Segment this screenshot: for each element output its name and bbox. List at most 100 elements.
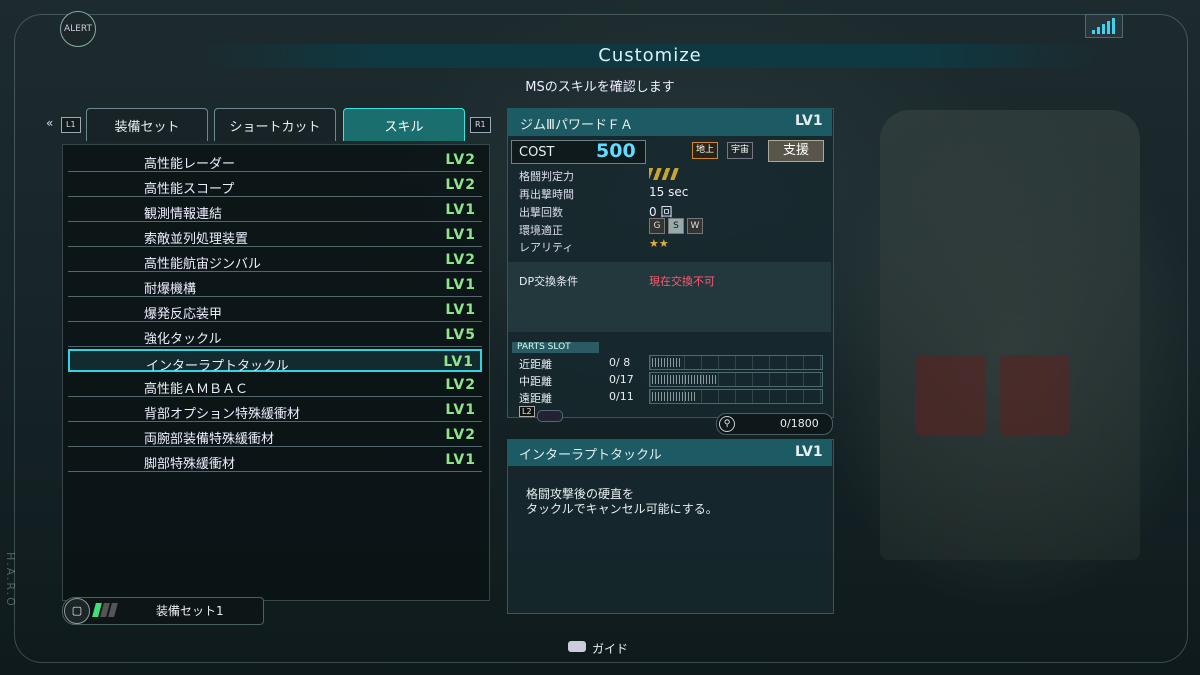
terrain-ground-badge: 地上 (692, 142, 719, 159)
skill-row[interactable]: 高性能スコープ LV2 (68, 174, 482, 197)
touchpad-icon (568, 641, 586, 652)
skill-name: 背部オプション特殊緩衝材 (144, 407, 301, 422)
parts-slot-bar (649, 355, 823, 370)
tab-skill[interactable]: スキル (343, 108, 465, 141)
l2-key-hint: L2 (519, 406, 535, 417)
skill-level: LV2 (445, 152, 476, 168)
ms-level: LV1 (795, 113, 823, 129)
skill-level: LV1 (445, 202, 476, 218)
env-space-icon: S (668, 218, 684, 234)
skill-name: 高性能レーダー (144, 157, 236, 172)
skill-row[interactable]: 高性能航宙ジンバル LV2 (68, 249, 482, 272)
parts-slot-label: 近距離 (519, 358, 552, 371)
skill-row[interactable]: 索敵並列処理装置 LV1 (68, 224, 482, 247)
stat-environment-label: 環境適正 (519, 224, 563, 237)
parts-page-indicator (537, 410, 563, 422)
skill-level: LV1 (445, 277, 476, 293)
signal-strength-icon (1085, 14, 1123, 38)
skill-row[interactable]: 爆発反応装甲 LV1 (68, 299, 482, 322)
skill-name: 爆発反応装甲 (144, 307, 223, 322)
tab-shortcut[interactable]: ショートカット (214, 108, 336, 141)
parts-slot-bar-fill (652, 358, 681, 367)
parts-slot-value: 0/17 (609, 373, 634, 386)
description-line-2: タックルでキャンセル可能にする。 (526, 502, 718, 516)
parts-slot-bar (649, 372, 823, 387)
haro-side-label: H.A.R.O (4, 552, 17, 608)
skill-level: LV2 (445, 252, 476, 268)
skill-name: 観測情報連結 (144, 207, 223, 222)
mobile-suit-backdrop (880, 110, 1140, 560)
skill-level: LV2 (445, 427, 476, 443)
skill-name: 耐爆機構 (144, 282, 197, 297)
parts-slot-bar (649, 389, 823, 404)
tab-prev-arrow-icon[interactable]: « (46, 116, 53, 130)
page-title: Customize (200, 44, 1100, 68)
skill-name: 高性能スコープ (144, 182, 235, 197)
stat-rarity-label: レアリティ (519, 241, 574, 254)
guide-button[interactable]: ガイド (592, 640, 628, 657)
skill-description-name: インターラプトタックル (519, 448, 662, 463)
skill-level: LV2 (445, 177, 476, 193)
stat-sortie-label: 出撃回数 (519, 206, 563, 219)
stat-respawn-label: 再出撃時間 (519, 188, 574, 201)
dp-exchange-value: 現在交換不可 (649, 275, 715, 288)
parts-slot-bar-fill (652, 392, 695, 401)
l1-key-hint: L1 (61, 117, 81, 133)
skill-row[interactable]: 観測情報連結 LV1 (68, 199, 482, 222)
parts-slot-title: PARTS SLOT (512, 342, 599, 353)
skill-level: LV5 (445, 327, 476, 343)
skill-level: LV1 (445, 452, 476, 468)
description-line-1: 格闘攻撃後の硬直を (526, 487, 635, 501)
capacity-value: 0/1800 (780, 417, 819, 430)
parts-slot-label: 中距離 (519, 375, 552, 388)
skill-row[interactable]: 脚部特殊緩衝材 LV1 (68, 449, 482, 472)
stat-melee-label: 格闘判定力 (519, 170, 574, 183)
parts-slot-value: 0/ 8 (609, 356, 631, 369)
environment-icons: G S W (649, 218, 703, 234)
skill-row[interactable]: 両腕部装備特殊緩衝材 LV2 (68, 424, 482, 447)
skill-level: LV2 (445, 377, 476, 393)
role-support-badge: 支援 (768, 140, 824, 162)
stat-respawn-value: 15 sec (649, 185, 689, 199)
skill-row[interactable]: 高性能レーダー LV2 (68, 149, 482, 172)
parts-slot-bar-fill (652, 375, 717, 384)
skill-row[interactable]: 耐爆機構 LV1 (68, 274, 482, 297)
tab-equipment-set[interactable]: 装備セット (86, 108, 208, 141)
cost-value: 500 (596, 140, 636, 162)
parts-slot-label: 遠距離 (519, 392, 552, 405)
terrain-space-badge: 宇宙 (727, 142, 754, 159)
skill-row[interactable]: 背部オプション特殊緩衝材 LV1 (68, 399, 482, 422)
skill-level: LV1 (445, 402, 476, 418)
melee-rating-icon (649, 168, 679, 180)
skill-level: LV1 (445, 227, 476, 243)
square-button-icon[interactable]: ▢ (64, 598, 90, 624)
loadout-label: 装備セット1 (156, 604, 224, 618)
skill-description-text: 格闘攻撃後の硬直を タックルでキャンセル可能にする。 (526, 487, 718, 517)
parts-slot-value: 0/11 (609, 390, 634, 403)
cost-label: COST (519, 145, 555, 160)
skill-name: 高性能ＡＭＢＡＣ (144, 382, 249, 397)
page-subtitle: MSのスキルを確認します (525, 80, 675, 95)
skill-level: LV1 (443, 354, 474, 370)
skill-row[interactable]: 強化タックル LV5 (68, 324, 482, 347)
skill-description-level: LV1 (795, 444, 823, 460)
env-ground-icon: G (649, 218, 665, 234)
skill-level: LV1 (445, 302, 476, 318)
loadout-indicator (92, 603, 118, 617)
ms-name: ジムⅢパワードＦＡ (520, 118, 633, 133)
skill-name: 脚部特殊緩衝材 (144, 457, 236, 472)
skill-name: 高性能航宙ジンバル (144, 257, 262, 272)
wrench-icon: ⚲ (719, 416, 735, 432)
rarity-stars: ★★ (649, 237, 669, 250)
env-water-icon: W (687, 218, 703, 234)
skill-name: 索敵並列処理装置 (144, 232, 249, 247)
skill-name: 両腕部装備特殊緩衝材 (144, 432, 275, 447)
mobile-suit-backdrop-detail (1000, 355, 1070, 435)
skill-row[interactable]: 高性能ＡＭＢＡＣ LV2 (68, 374, 482, 397)
skill-name: 強化タックル (144, 332, 222, 347)
r1-key-hint: R1 (470, 117, 491, 133)
alert-icon[interactable]: ALERT (60, 11, 96, 47)
skill-row[interactable]: インターラプトタックル LV1 (68, 349, 482, 374)
skill-name: インターラプトタックル (146, 359, 289, 374)
dp-exchange-label: DP交換条件 (519, 275, 579, 288)
